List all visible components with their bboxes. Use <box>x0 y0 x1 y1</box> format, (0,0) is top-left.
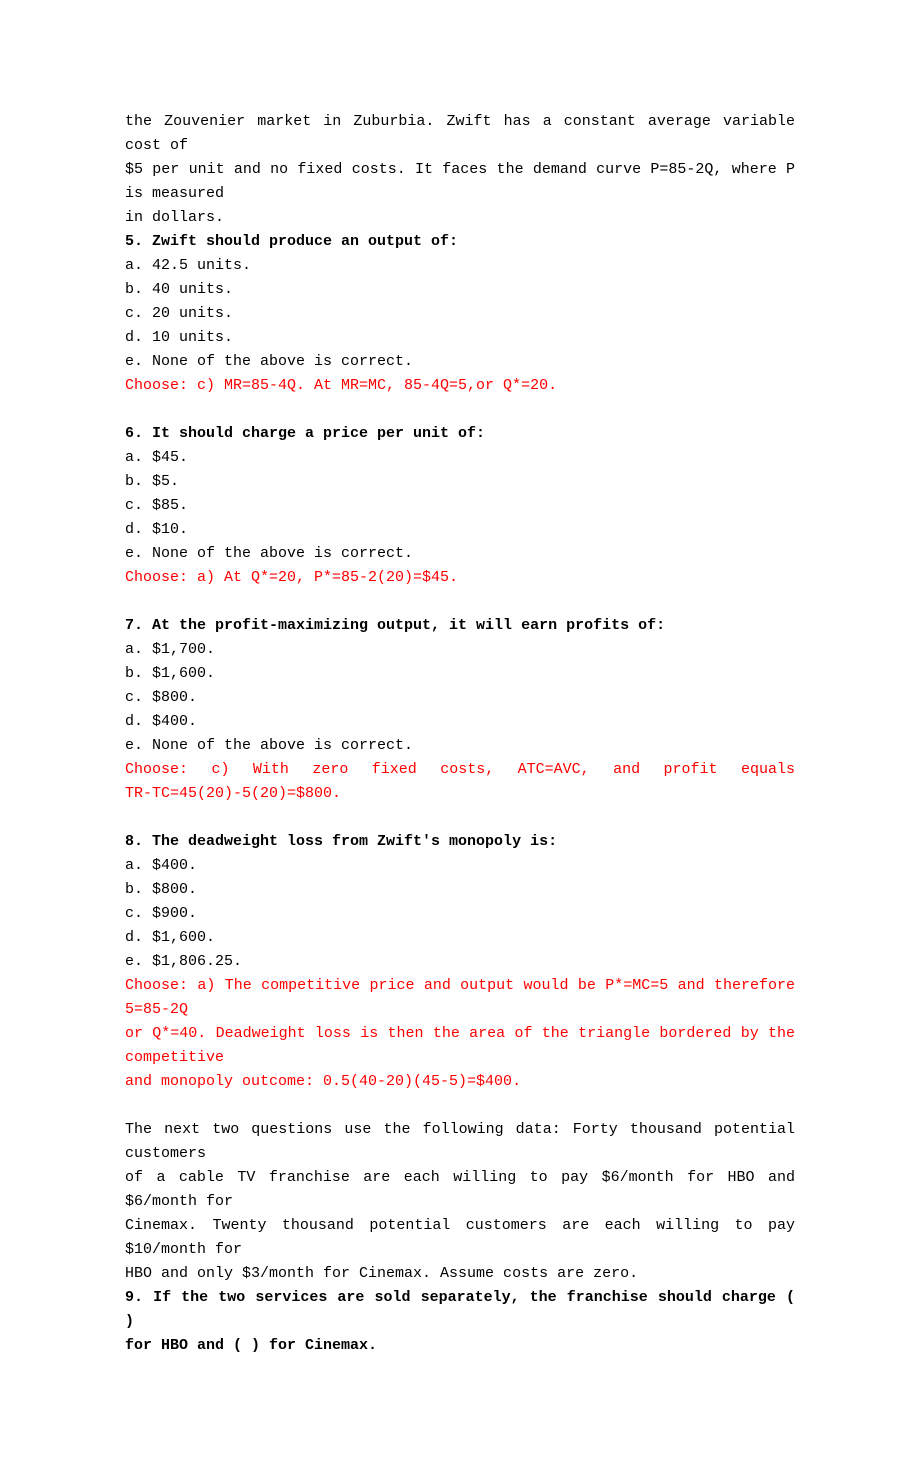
q7-option-a: a. $1,700. <box>125 638 795 662</box>
spacer <box>125 806 795 830</box>
q5-answer: Choose: c) MR=85-4Q. At MR=MC, 85-4Q=5,o… <box>125 374 795 398</box>
q6-option-d: d. $10. <box>125 518 795 542</box>
q8-option-b: b. $800. <box>125 878 795 902</box>
next-intro-line-3: Cinemax. Twenty thousand potential custo… <box>125 1214 795 1262</box>
q6-answer: Choose: a) At Q*=20, P*=85-2(20)=$45. <box>125 566 795 590</box>
q7-option-d: d. $400. <box>125 710 795 734</box>
q8-answer-line-2: or Q*=40. Deadweight loss is then the ar… <box>125 1022 795 1070</box>
q7-option-b: b. $1,600. <box>125 662 795 686</box>
intro-line-2: $5 per unit and no fixed costs. It faces… <box>125 158 795 206</box>
q7-option-e: e. None of the above is correct. <box>125 734 795 758</box>
q6-option-c: c. $85. <box>125 494 795 518</box>
q8-answer-line-3: and monopoly outcome: 0.5(40-20)(45-5)=$… <box>125 1070 795 1094</box>
intro-line-3: in dollars. <box>125 206 795 230</box>
spacer <box>125 1094 795 1118</box>
question-6: 6. It should charge a price per unit of: <box>125 422 795 446</box>
question-9-line-2: for HBO and ( ) for Cinemax. <box>125 1334 795 1358</box>
q5-option-c: c. 20 units. <box>125 302 795 326</box>
next-intro-line-4: HBO and only $3/month for Cinemax. Assum… <box>125 1262 795 1286</box>
intro-line-1: the Zouvenier market in Zuburbia. Zwift … <box>125 110 795 158</box>
question-7: 7. At the profit-maximizing output, it w… <box>125 614 795 638</box>
q8-answer-line-1: Choose: a) The competitive price and out… <box>125 974 795 1022</box>
question-5: 5. Zwift should produce an output of: <box>125 230 795 254</box>
next-intro-line-2: of a cable TV franchise are each willing… <box>125 1166 795 1214</box>
q7-answer-line-2: TR-TC=45(20)-5(20)=$800. <box>125 782 795 806</box>
document-page: the Zouvenier market in Zuburbia. Zwift … <box>0 0 920 1458</box>
question-8: 8. The deadweight loss from Zwift's mono… <box>125 830 795 854</box>
q5-option-a: a. 42.5 units. <box>125 254 795 278</box>
spacer <box>125 398 795 422</box>
q7-answer-line-1: Choose: c) With zero fixed costs, ATC=AV… <box>125 758 795 782</box>
q5-option-e: e. None of the above is correct. <box>125 350 795 374</box>
question-9-line-1: 9. If the two services are sold separate… <box>125 1286 795 1334</box>
q8-option-d: d. $1,600. <box>125 926 795 950</box>
spacer <box>125 590 795 614</box>
q7-option-c: c. $800. <box>125 686 795 710</box>
q5-option-d: d. 10 units. <box>125 326 795 350</box>
q6-option-b: b. $5. <box>125 470 795 494</box>
q6-option-a: a. $45. <box>125 446 795 470</box>
q6-option-e: e. None of the above is correct. <box>125 542 795 566</box>
next-intro-line-1: The next two questions use the following… <box>125 1118 795 1166</box>
q8-option-a: a. $400. <box>125 854 795 878</box>
q8-option-c: c. $900. <box>125 902 795 926</box>
q8-option-e: e. $1,806.25. <box>125 950 795 974</box>
q5-option-b: b. 40 units. <box>125 278 795 302</box>
